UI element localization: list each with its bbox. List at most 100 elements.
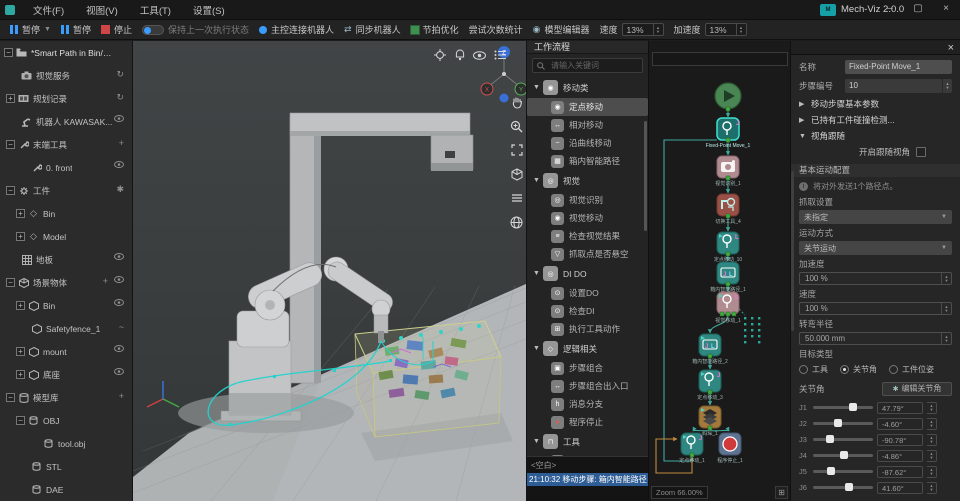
section-collision-check[interactable]: ▶ 已持有工件碰撞检测...: [799, 113, 952, 127]
accel-input[interactable]: 13% ▲▼: [705, 23, 747, 36]
add-icon[interactable]: +: [103, 276, 108, 286]
collapse-icon[interactable]: −: [6, 186, 15, 195]
menu-file[interactable]: 文件(F): [24, 1, 73, 19]
pause-run-button[interactable]: 暂停: [61, 23, 91, 36]
scrollbar[interactable]: [791, 171, 794, 331]
tree-row-project[interactable]: − *Smart Path in Bin/V...: [0, 41, 132, 64]
step-cat-move[interactable]: ▼◉移动类: [527, 77, 648, 98]
eye-icon[interactable]: [114, 115, 124, 122]
fit-view-icon[interactable]: [509, 143, 524, 157]
collapse-icon[interactable]: −: [16, 416, 25, 425]
master-connect-button[interactable]: 主控连接机器人: [259, 23, 334, 36]
crosshair-icon[interactable]: [432, 48, 447, 62]
beat-optimize-button[interactable]: 节拍优化: [411, 23, 459, 36]
acceleration-input[interactable]: 100 % ▲▼: [799, 272, 952, 285]
step-number-input[interactable]: [845, 79, 942, 93]
eye-icon[interactable]: [114, 345, 124, 352]
collapse-icon[interactable]: −: [6, 140, 15, 149]
eye-icon[interactable]: [114, 276, 124, 286]
section-move-basic-params[interactable]: ▶ 移动步骤基本参数: [799, 97, 952, 111]
tree-row-mount[interactable]: + mount: [0, 340, 132, 363]
j4-slider[interactable]: [813, 454, 873, 457]
spinner-icon[interactable]: ▲▼: [927, 450, 937, 462]
node-fixed-point-move-1[interactable]: J Fixed-Point Move_1: [706, 118, 751, 149]
spinner-icon[interactable]: ▲▼: [736, 24, 746, 35]
layer-list-icon[interactable]: [509, 191, 524, 205]
eye-icon[interactable]: [114, 161, 124, 168]
j1-value[interactable]: 47.79°: [877, 402, 923, 414]
chevron-down-icon[interactable]: ▼: [44, 26, 51, 33]
edit-joint-angles-button[interactable]: ✱ 编辑关节角: [882, 382, 952, 396]
j2-slider[interactable]: [813, 422, 873, 425]
collapse-icon[interactable]: −: [4, 48, 13, 57]
expand-icon[interactable]: +: [16, 209, 25, 218]
step-message-branch[interactable]: h消息分支: [527, 395, 648, 413]
j3-value[interactable]: -90.78°: [877, 434, 923, 446]
node-vision-recognize[interactable]: 视觉识别_1: [715, 156, 741, 187]
refresh-icon[interactable]: ↻: [116, 92, 124, 103]
node-switch-tool[interactable]: 切换工具_4: [715, 194, 741, 225]
node-smart-path-1[interactable]: JL 箱内智能路径_1: [710, 262, 746, 293]
tree-row-vision-service[interactable]: 视觉服务 ↻: [0, 64, 132, 87]
collapse-icon[interactable]: −: [6, 393, 15, 402]
j3-slider[interactable]: [813, 438, 873, 441]
step-check-di[interactable]: ⊙检查DI: [527, 302, 648, 320]
step-cat-tools[interactable]: ▼⊓工具: [527, 431, 648, 452]
step-cat-vision[interactable]: ▼◎视觉: [527, 170, 648, 191]
canvas-expand-button[interactable]: ⊞: [775, 486, 788, 499]
checkbox-icon[interactable]: [916, 147, 926, 157]
tree-row-bin-workpiece[interactable]: + ◇ Bin: [0, 202, 132, 225]
spinner-icon[interactable]: ▲▼: [941, 273, 951, 285]
j5-slider[interactable]: [813, 470, 873, 473]
tree-row-safetyfence[interactable]: Safetyfence_1 ~: [0, 317, 132, 340]
step-relative-move[interactable]: ↔相对移动: [527, 116, 648, 134]
menu-settings[interactable]: 设置(S): [184, 1, 234, 19]
tree-row-model-workpiece[interactable]: + ◇ Model: [0, 225, 132, 248]
turn-radius-input[interactable]: 50.000 mm ▲▼: [799, 332, 952, 345]
step-fixed-point-move[interactable]: ◉定点移动: [527, 98, 648, 116]
minimize-button[interactable]: –: [876, 0, 904, 20]
j5-value[interactable]: -87.62°: [877, 466, 923, 478]
j4-value[interactable]: -4.86°: [877, 450, 923, 462]
step-name-input[interactable]: [845, 60, 952, 74]
step-group-port[interactable]: ↔步骤组合出入口: [527, 377, 648, 395]
tree-row-robot[interactable]: 机器人 KAWASAK...: [0, 110, 132, 133]
eye-icon[interactable]: [472, 48, 487, 62]
keep-state-toggle[interactable]: 保持上一次执行状态: [142, 23, 249, 36]
workflow-search[interactable]: [532, 58, 643, 73]
step-cat-dido[interactable]: ▼◎DI DO: [527, 263, 648, 284]
sync-robot-button[interactable]: ⇄ 同步机器人: [344, 23, 401, 36]
tree-row-bin-scene[interactable]: + Bin: [0, 294, 132, 317]
j2-value[interactable]: -4.60°: [877, 418, 923, 430]
spinner-icon[interactable]: ▲▼: [941, 303, 951, 315]
tree-row-dae[interactable]: DAE: [0, 478, 132, 501]
search-input[interactable]: [549, 60, 638, 71]
node-fixed-point-move-3[interactable]: J 定点移动_3: [697, 370, 723, 401]
eye-icon[interactable]: [114, 299, 124, 306]
tree-row-end-tools[interactable]: − 末端工具 +: [0, 133, 132, 156]
tree-row-tool-front[interactable]: 0. front: [0, 156, 132, 179]
j6-value[interactable]: 41.60°: [877, 482, 923, 494]
workflow-tab[interactable]: 工作流程: [527, 41, 648, 54]
step-smart-path[interactable]: ▦箱内智能路径: [527, 152, 648, 170]
grab-settings-select[interactable]: 未指定▼: [799, 210, 952, 224]
scrollbar[interactable]: [644, 121, 647, 231]
radio-tool[interactable]: [799, 365, 808, 374]
step-tool-action[interactable]: ⊞执行工具动作: [527, 320, 648, 338]
expand-icon[interactable]: +: [16, 301, 25, 310]
spinner-icon[interactable]: ▲▼: [927, 418, 937, 430]
spinner-icon[interactable]: ▲▼: [653, 24, 663, 35]
log-line[interactable]: <空白>: [527, 457, 648, 471]
tree-row-tool-obj[interactable]: tool.obj: [0, 432, 132, 455]
expand-icon[interactable]: +: [16, 370, 25, 379]
maximize-button[interactable]: ▢: [904, 0, 932, 20]
cube-icon[interactable]: [509, 167, 524, 181]
step-grasp-check[interactable]: ▽抓取点是否悬空: [527, 245, 648, 263]
pan-hand-icon[interactable]: [509, 95, 524, 109]
menu-view[interactable]: 视图(V): [77, 1, 127, 19]
wave-icon[interactable]: ~: [119, 322, 124, 332]
close-button[interactable]: ×: [932, 0, 960, 20]
tree-row-workpieces[interactable]: − 工件 ✱: [0, 179, 132, 202]
tree-row-stl[interactable]: STL: [0, 455, 132, 478]
node-start[interactable]: [715, 83, 741, 111]
